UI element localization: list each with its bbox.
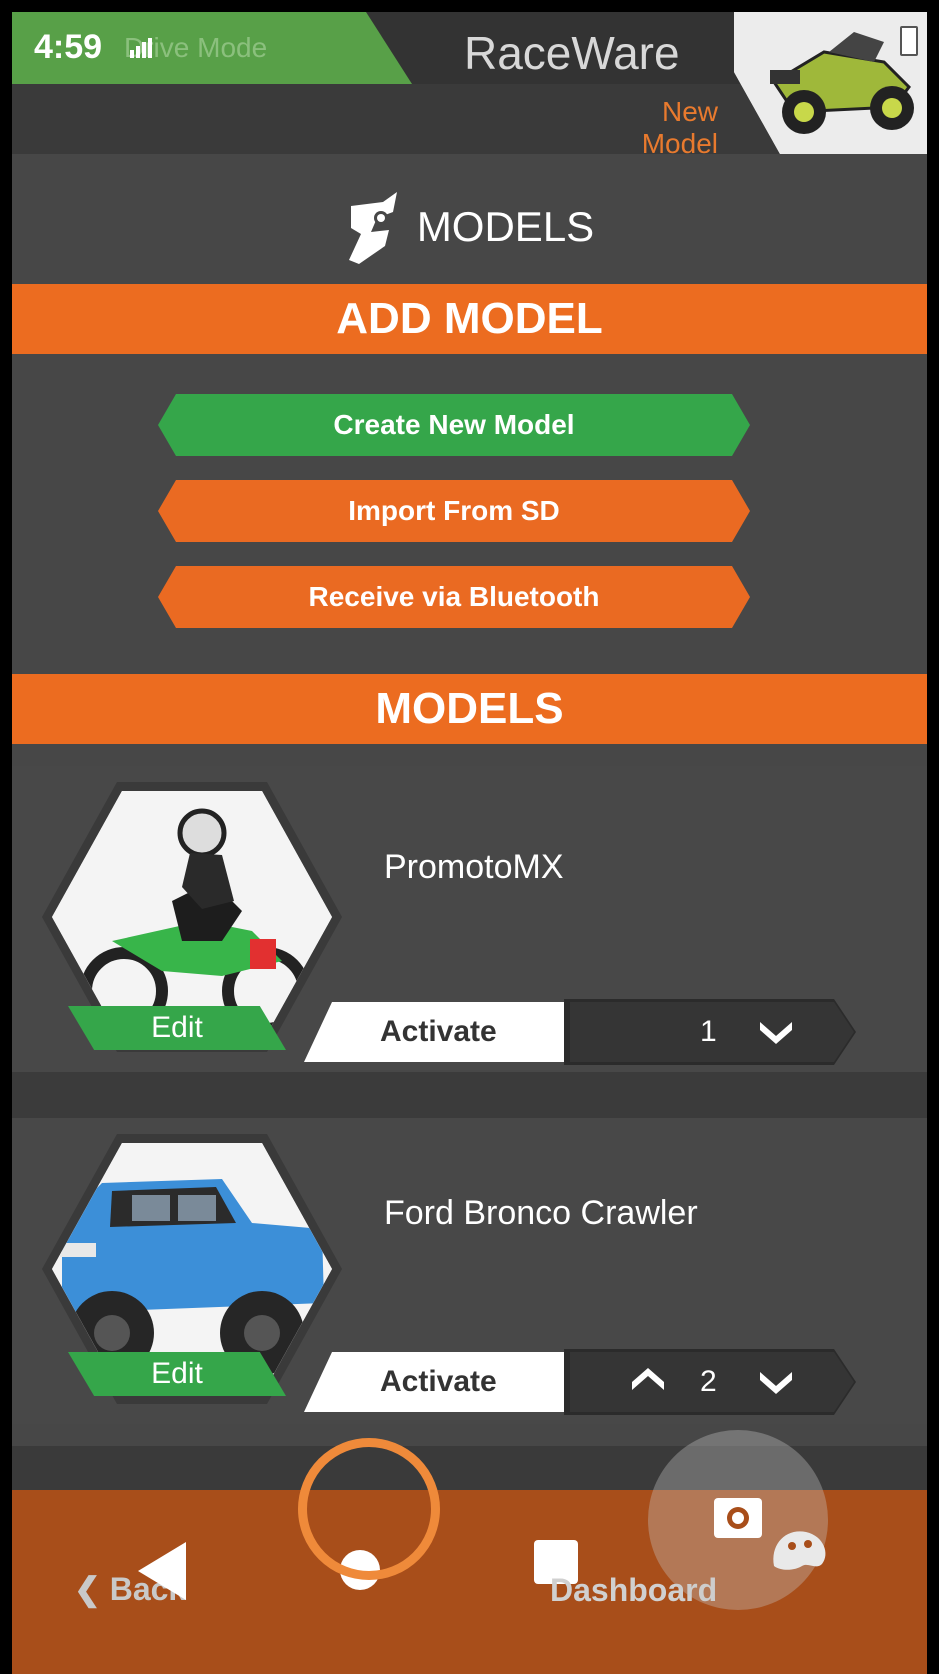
app-header: Drive Mode 4:59 RaceWare New Model — [12, 12, 927, 159]
import-from-sd-button[interactable]: Import From SD — [158, 480, 750, 542]
current-model-name: New Model — [641, 96, 718, 159]
card-divider — [12, 1072, 927, 1118]
app-screen: Drive Mode 4:59 RaceWare New Model MODEL… — [12, 12, 927, 1674]
add-model-heading: ADD MODEL — [12, 284, 927, 354]
page-title-row: MODELS — [12, 182, 927, 272]
create-new-model-label: Create New Model — [333, 409, 575, 440]
home-highlight-ring — [298, 1438, 440, 1580]
activate-model-button[interactable]: Activate — [304, 1002, 570, 1062]
page-title: MODELS — [416, 203, 595, 250]
signal-icon — [130, 38, 152, 58]
models-heading: MODELS — [12, 674, 927, 744]
activate-model-button[interactable]: Activate — [304, 1352, 570, 1412]
buggy-image — [734, 12, 927, 154]
current-model-thumbnail[interactable] — [734, 12, 927, 154]
chevron-up-icon[interactable] — [628, 1364, 668, 1400]
system-back-icon[interactable] — [134, 1540, 190, 1602]
order-control: 1 — [570, 1002, 854, 1062]
model-name: Ford Bronco Crawler — [384, 1194, 698, 1232]
receive-via-bluetooth-label: Receive via Bluetooth — [308, 581, 600, 612]
activate-label: Activate — [380, 1015, 497, 1048]
edit-model-button[interactable]: Edit — [68, 1006, 286, 1050]
activate-label: Activate — [380, 1365, 497, 1398]
model-name: PromotoMX — [384, 848, 564, 886]
model-order-number: 1 — [700, 1015, 717, 1048]
camera-icon[interactable] — [712, 1492, 832, 1572]
chevron-down-icon[interactable] — [756, 1362, 796, 1398]
create-new-model-button[interactable]: Create New Model — [158, 394, 750, 456]
import-from-sd-label: Import From SD — [348, 495, 560, 526]
palette-icon — [773, 1531, 826, 1570]
battery-icon — [900, 26, 918, 56]
app-title: RaceWare — [464, 27, 680, 79]
edit-model-button[interactable]: Edit — [68, 1352, 286, 1396]
order-control: 2 — [570, 1352, 854, 1412]
receive-via-bluetooth-button[interactable]: Receive via Bluetooth — [158, 566, 750, 628]
chevron-down-icon[interactable] — [756, 1012, 796, 1048]
transmitter-icon — [348, 192, 397, 264]
chevron-left-icon: ❮ — [74, 1571, 110, 1607]
model-order-number: 2 — [700, 1365, 717, 1398]
status-time: 4:59 — [34, 28, 103, 66]
